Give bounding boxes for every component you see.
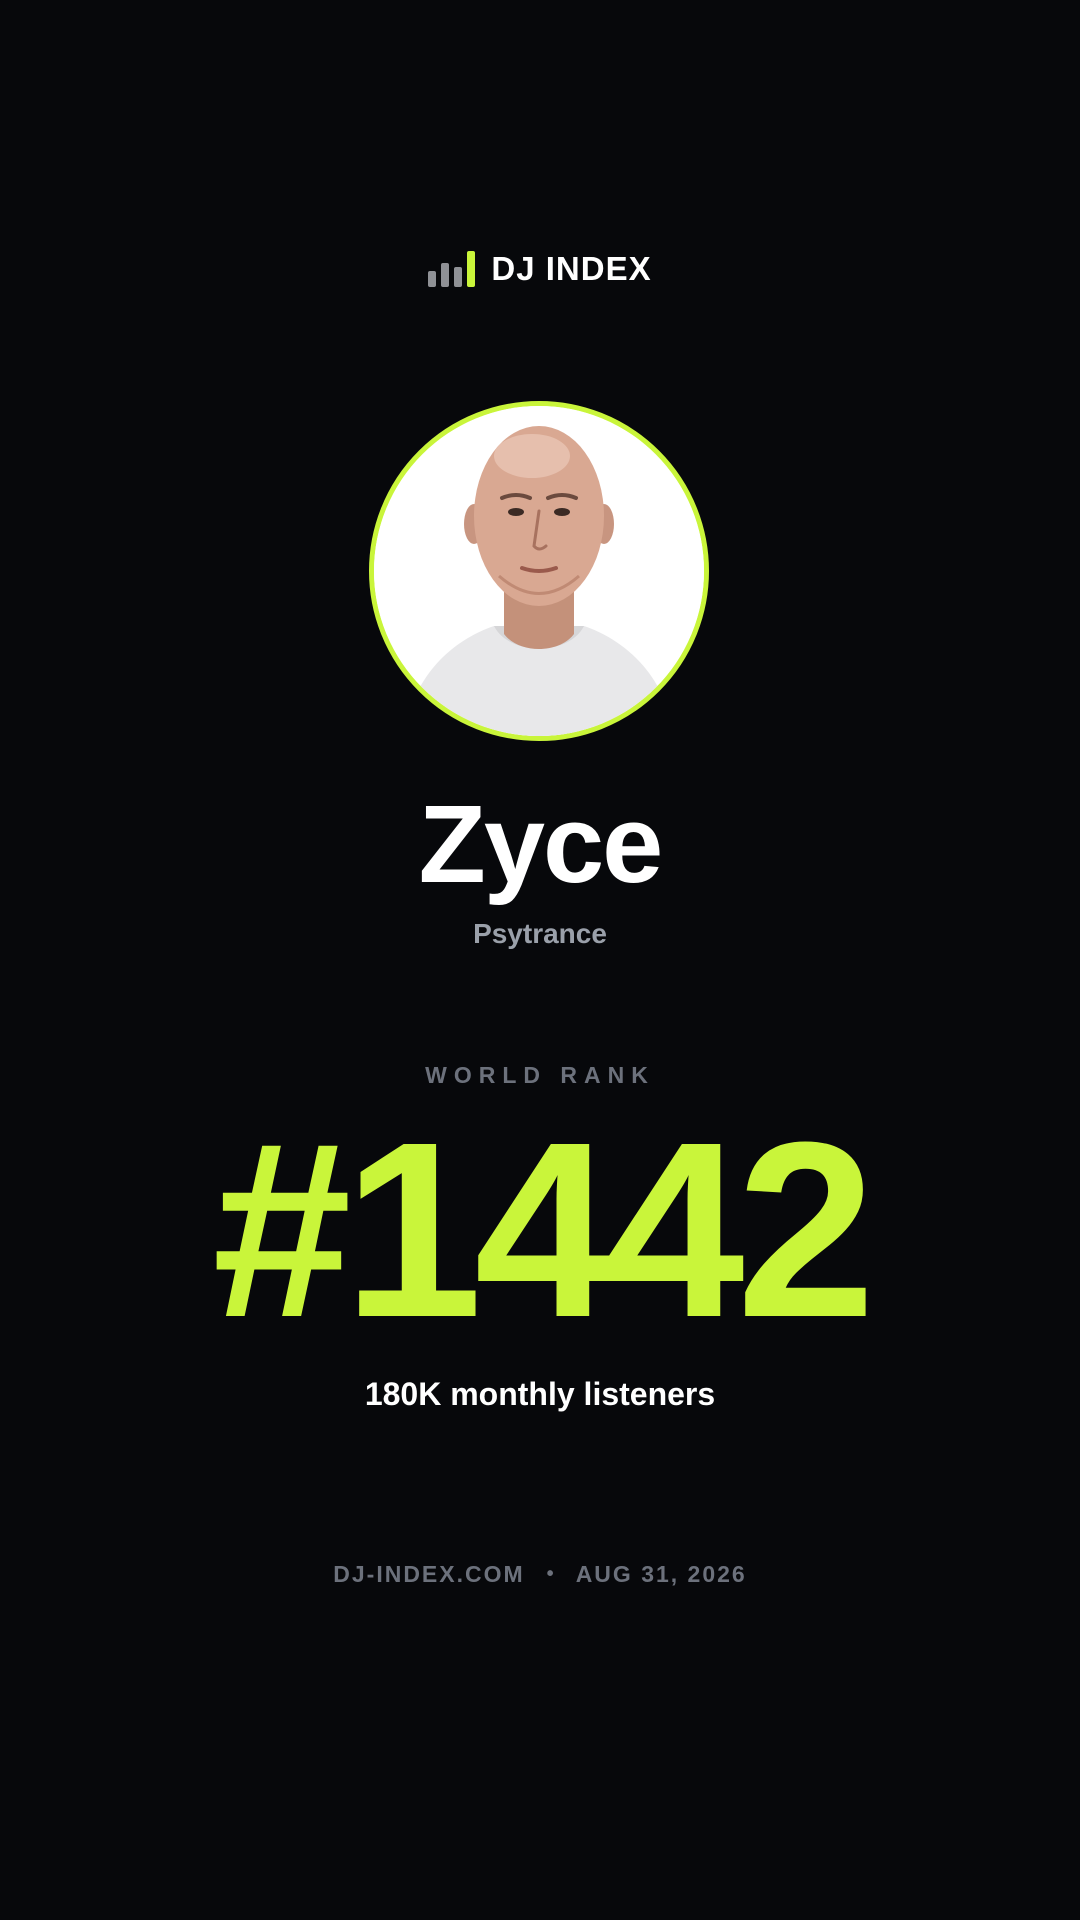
rank-value: #1442	[212, 1090, 875, 1369]
bar-chart-bar	[454, 267, 463, 287]
bar-chart-bar	[441, 263, 450, 287]
artist-genre: Psytrance	[473, 918, 607, 949]
rank-label: WORLD RANK	[425, 1062, 655, 1088]
monthly-listeners: 180K monthly listeners	[364, 1376, 716, 1412]
footer-site: DJ-INDEX.COM	[333, 1561, 525, 1587]
artist-name: Zyce	[418, 783, 664, 906]
footer-separator: •	[546, 1563, 554, 1585]
bar-chart-bar-accent	[467, 251, 476, 287]
brand-header: DJ INDEX	[0, 250, 1080, 288]
artist-avatar	[369, 401, 709, 741]
bar-chart-bar	[428, 271, 437, 287]
footer-date: AUG 31, 2026	[575, 1561, 747, 1587]
artist-photo-icon	[374, 406, 704, 736]
footer: DJ-INDEX.COM • AUG 31, 2026	[0, 1561, 1080, 1588]
brand-name: DJ INDEX	[491, 250, 652, 287]
bar-chart-icon	[428, 251, 476, 287]
